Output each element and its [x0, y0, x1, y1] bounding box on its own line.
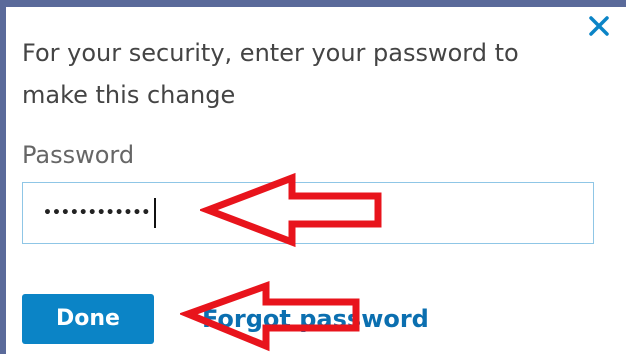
done-button[interactable]: Done: [22, 294, 154, 344]
forgot-password-link[interactable]: Forgot password: [202, 302, 429, 336]
password-masked-value: ••••••••••••: [43, 205, 151, 221]
password-field[interactable]: ••••••••••••: [22, 182, 594, 244]
password-label: Password: [22, 141, 135, 169]
text-caret: [154, 198, 157, 228]
dialog-top-border: [0, 0, 626, 7]
security-dialog: For your security, enter your password t…: [0, 0, 626, 354]
close-icon[interactable]: [585, 12, 613, 40]
security-prompt: For your security, enter your password t…: [22, 39, 519, 109]
dialog-left-border: [0, 0, 6, 354]
